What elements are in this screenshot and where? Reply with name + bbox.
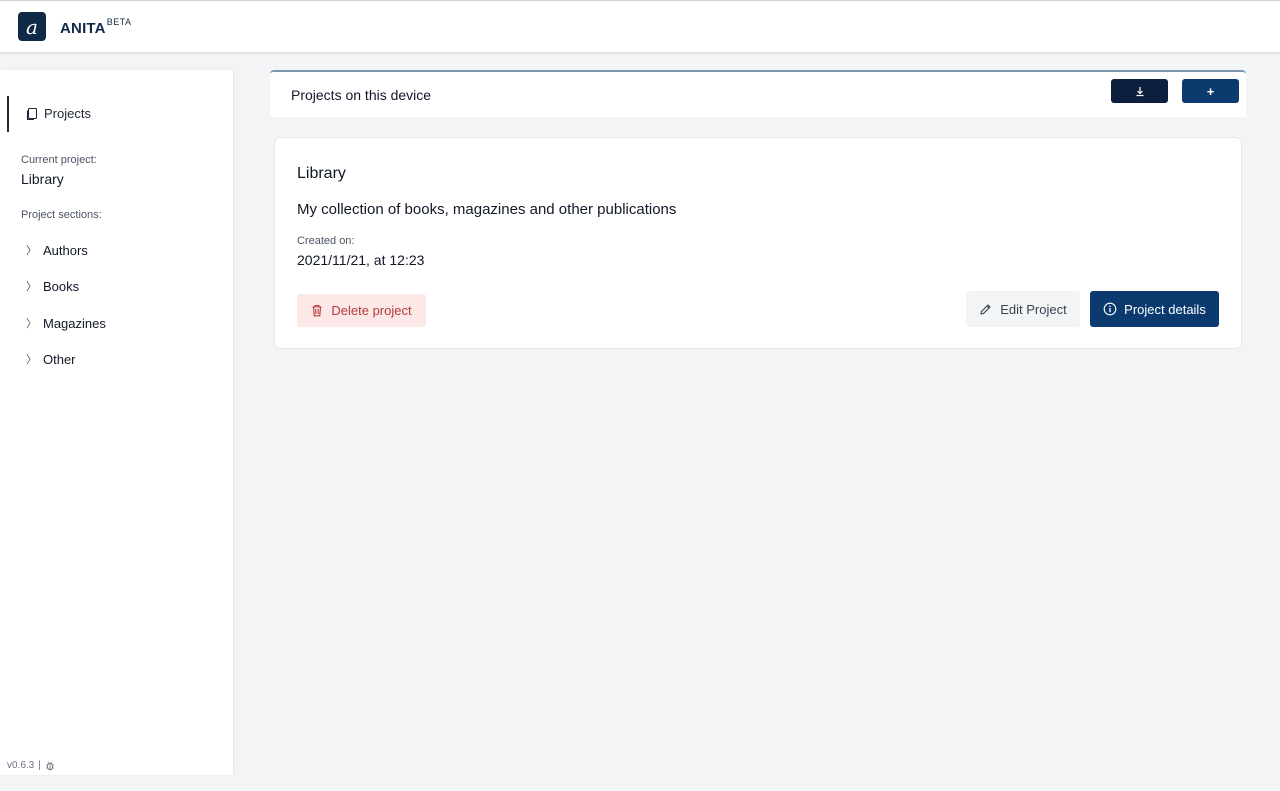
current-project-value: Library: [21, 171, 64, 187]
sidebar-item-magazines[interactable]: 〉 Magazines: [26, 313, 106, 333]
sidebar-item-label: Projects: [44, 106, 91, 121]
created-on-value: 2021/11/21, at 12:23: [297, 252, 425, 268]
section-label: Authors: [43, 242, 88, 258]
details-label: Project details: [1124, 301, 1206, 317]
sidebar-item-authors[interactable]: 〉 Authors: [26, 240, 88, 260]
download-icon: [1134, 85, 1146, 97]
project-description: My collection of books, magazines and ot…: [297, 201, 677, 218]
sidebar-item-books[interactable]: 〉 Books: [26, 276, 79, 296]
chevron-right-icon: 〉: [26, 318, 37, 330]
edit-label: Edit Project: [1000, 301, 1067, 317]
trash-icon: [311, 304, 323, 317]
projects-header: Projects on this device +: [270, 70, 1246, 117]
chevron-right-icon: 〉: [26, 245, 37, 257]
page-title: Projects on this device: [291, 87, 432, 103]
add-project-button[interactable]: +: [1182, 79, 1239, 103]
edit-project-button[interactable]: Edit Project: [966, 291, 1080, 327]
version-number: v0.6.3: [7, 760, 35, 771]
section-label: Books: [43, 278, 80, 294]
brand-name: ANITA: [60, 20, 106, 37]
logo-glyph: a: [26, 14, 38, 39]
top-header: a ANITABETA: [0, 0, 1280, 52]
pencil-icon: [979, 303, 992, 316]
project-details-button[interactable]: Project details: [1090, 291, 1219, 327]
sidebar-item-other[interactable]: 〉 Other: [26, 349, 76, 369]
project-name: Library: [297, 165, 346, 182]
delete-project-button[interactable]: Delete project: [297, 294, 426, 327]
app-logo[interactable]: a: [18, 12, 46, 41]
delete-label: Delete project: [331, 303, 412, 318]
version-info: v0.6.3 |: [7, 760, 55, 771]
section-label: Magazines: [43, 315, 106, 331]
project-card: Library My collection of books, magazine…: [274, 137, 1242, 349]
sidebar: Projects Current project: Library Projec…: [0, 70, 233, 775]
created-on-label: Created on:: [297, 235, 355, 247]
projects-icon: [25, 107, 39, 121]
bug-icon[interactable]: [45, 761, 55, 771]
chevron-right-icon: 〉: [26, 281, 37, 293]
info-icon: [1103, 302, 1117, 316]
version-separator: |: [38, 760, 41, 771]
section-label: Other: [43, 351, 76, 367]
current-project-label: Current project:: [21, 154, 97, 166]
project-sections-label: Project sections:: [21, 209, 102, 221]
beta-badge: BETA: [106, 17, 132, 27]
chevron-right-icon: 〉: [26, 354, 37, 366]
sidebar-item-projects[interactable]: Projects: [7, 96, 227, 132]
brand-title[interactable]: ANITABETA: [60, 17, 132, 37]
import-project-button[interactable]: [1111, 79, 1168, 103]
